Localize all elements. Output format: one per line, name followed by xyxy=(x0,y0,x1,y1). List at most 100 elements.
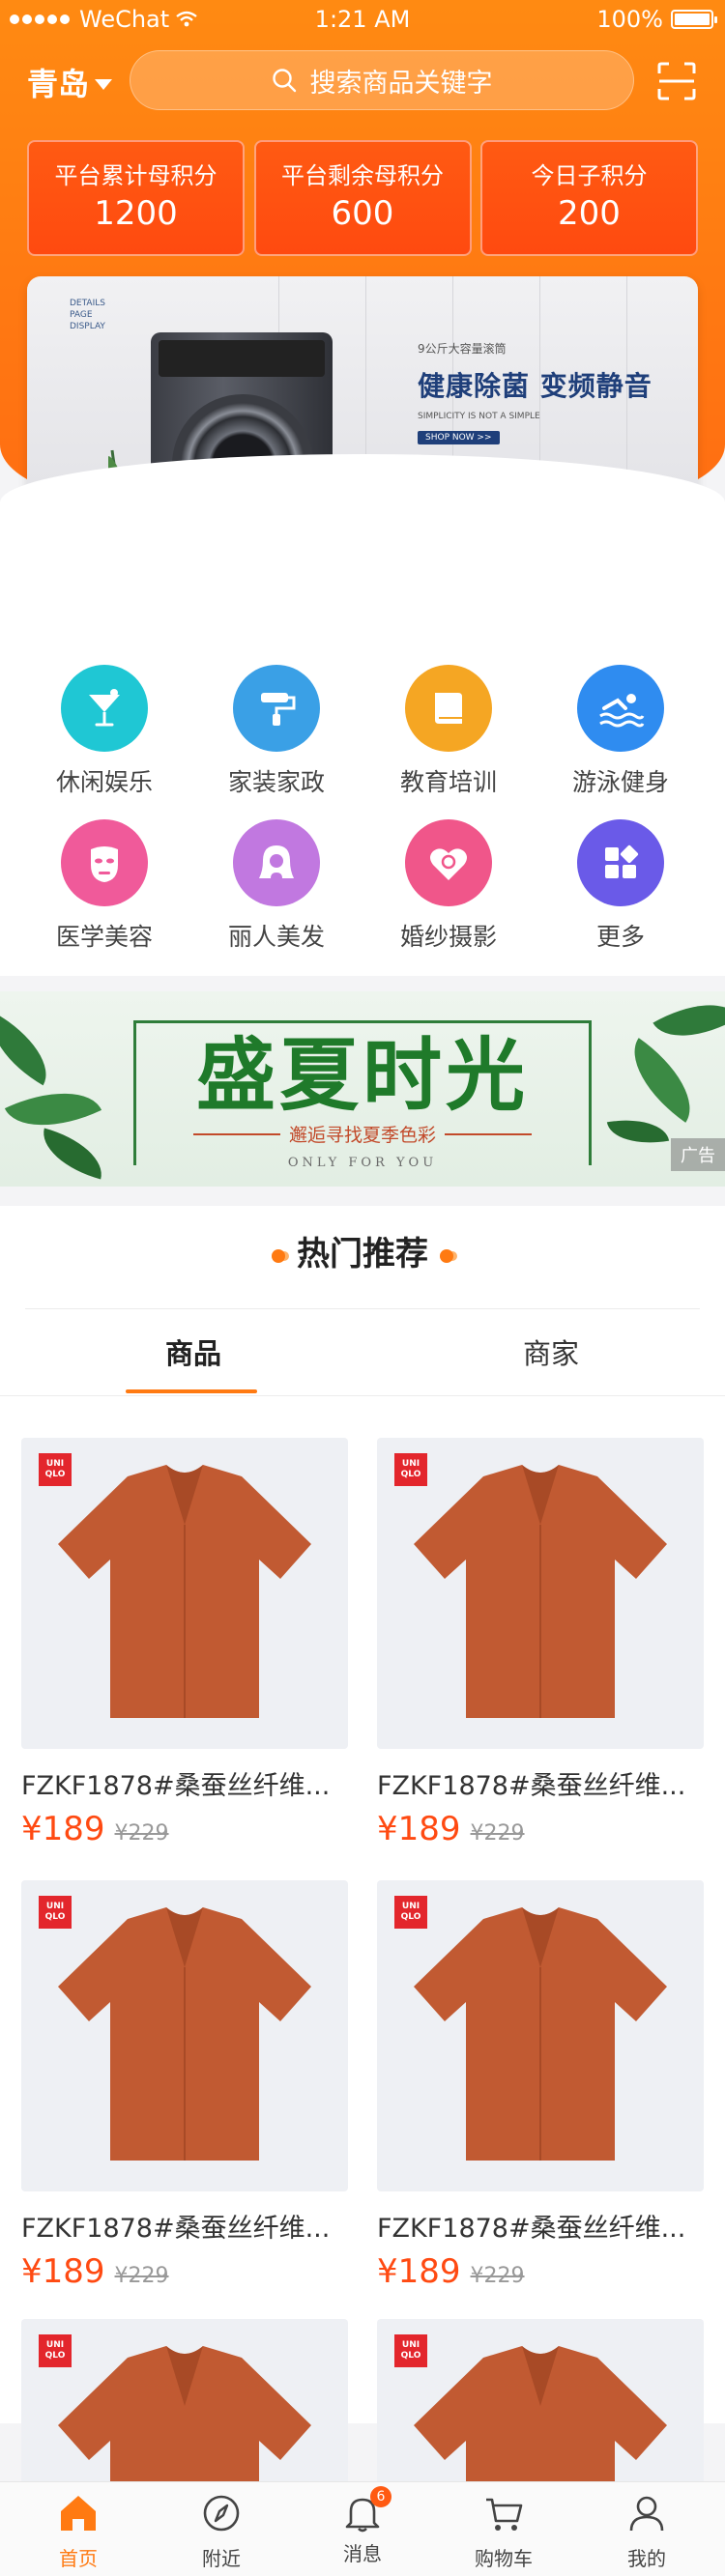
banner-small-line: 9公斤大容量滚筒 xyxy=(418,342,507,356)
category-item[interactable]: 丽人美发 xyxy=(199,819,354,953)
shirt-image xyxy=(58,1465,311,1718)
points-label: 今日子积分 xyxy=(531,162,648,189)
tabbar-label: 首页 xyxy=(59,2547,98,2570)
paint-roller-icon xyxy=(261,693,296,726)
category-label: 休闲娱乐 xyxy=(55,768,153,796)
category-item[interactable]: 游泳健身 xyxy=(543,665,698,798)
points-label: 平台剩余母积分 xyxy=(281,162,444,189)
product-card[interactable]: UNI QLO FZKF1878#桑蚕丝纤维... ¥189 ¥229 xyxy=(377,1438,704,1848)
category-icon-bg xyxy=(233,665,320,752)
tabbar-item-cart[interactable]: 购物车 xyxy=(431,2492,576,2571)
category-item[interactable]: 教育培训 xyxy=(371,665,526,798)
city-selector[interactable]: 青岛 xyxy=(27,60,113,104)
price-row: ¥189 ¥229 xyxy=(21,1810,348,1848)
category-label: 教育培训 xyxy=(399,768,497,796)
product-old-price: ¥229 xyxy=(114,1821,169,1846)
product-old-price: ¥229 xyxy=(470,1821,525,1846)
ad-badge: 广告 xyxy=(671,1138,725,1171)
tab-products[interactable]: 商品 xyxy=(97,1331,290,1372)
product-image: UNI QLO xyxy=(377,1880,704,2191)
ad-subtitle-en: ONLY FOR YOU xyxy=(287,1156,438,1170)
message-badge: 6 xyxy=(370,2486,392,2507)
hot-title-text: 热门推荐 xyxy=(297,1235,428,1274)
search-placeholder: 搜索商品关键字 xyxy=(309,68,493,99)
shirt-image xyxy=(58,1907,311,2161)
banner-corner-text: DETAILS PAGE DISPLAY xyxy=(70,298,105,332)
category-grid: 休闲娱乐 家装家政 教育培训 游泳健身 医学美容 丽人美发 婚纱摄影 更多 xyxy=(0,502,725,976)
tabbar-label: 购物车 xyxy=(475,2547,533,2570)
banner-corner-line: DISPLAY xyxy=(70,322,105,331)
category-item[interactable]: 医学美容 xyxy=(27,819,182,953)
tabbar-item-nearby[interactable]: 附近 xyxy=(149,2492,294,2571)
shop-now-button[interactable]: SHOP NOW >> xyxy=(418,431,500,444)
product-image: UNI QLO xyxy=(377,1438,704,1749)
tabbar-item-messages[interactable]: 6 消息 xyxy=(290,2486,435,2566)
book-icon xyxy=(435,693,462,724)
product-card[interactable]: UNI QLO FZKF1878#桑蚕丝纤维... ¥189 ¥229 xyxy=(377,1880,704,2291)
points-row: 平台累计母积分 1200 平台剩余母积分 600 今日子积分 200 xyxy=(27,140,698,256)
swimmer-icon xyxy=(599,694,645,728)
points-card-today[interactable]: 今日子积分 200 xyxy=(480,140,698,256)
price-row: ¥189 ¥229 xyxy=(21,2252,348,2291)
cocktail-icon xyxy=(89,689,120,727)
category-icon-bg xyxy=(405,819,492,906)
tabbar-item-me[interactable]: 我的 xyxy=(574,2492,719,2571)
hot-title: 热门推荐 xyxy=(0,1227,725,1274)
status-bar: WeChat 1:21 AM 100% xyxy=(0,0,725,39)
category-icon-bg xyxy=(233,819,320,906)
tabbar-label: 我的 xyxy=(627,2547,666,2570)
category-label: 丽人美发 xyxy=(227,923,325,951)
price-row: ¥189 ¥229 xyxy=(377,2252,704,2291)
active-tab-indicator xyxy=(126,1389,257,1393)
category-item[interactable]: 更多 xyxy=(543,819,698,953)
product-price: ¥189 xyxy=(377,2252,461,2291)
tabbar-label: 附近 xyxy=(202,2547,241,2570)
hot-section: 热门推荐 商品 商家 UNI QLO FZKF1878#桑蚕丝纤维... ¥18… xyxy=(0,1206,725,2576)
product-card[interactable]: UNI QLO FZKF1878#桑蚕丝纤维... ¥189 ¥229 xyxy=(21,1880,348,2291)
category-icon-bg xyxy=(577,665,664,752)
tabbar-item-home[interactable]: 首页 xyxy=(6,2492,151,2571)
points-card-remaining[interactable]: 平台剩余母积分 600 xyxy=(253,140,472,256)
cart-icon xyxy=(486,2498,523,2531)
product-name: FZKF1878#桑蚕丝纤维... xyxy=(377,2214,686,2244)
search-input[interactable]: 搜索商品关键字 xyxy=(130,50,634,110)
category-item[interactable]: 婚纱摄影 xyxy=(371,819,526,953)
points-card-total[interactable]: 平台累计母积分 1200 xyxy=(27,140,245,256)
banner-slogan: 健康除菌 变频静音 xyxy=(418,370,652,402)
ad-banner[interactable]: 盛夏时光 邂逅寻找夏季色彩 ONLY FOR YOU 广告 xyxy=(0,991,725,1187)
points-value: 200 xyxy=(558,194,621,233)
divider xyxy=(0,1395,725,1396)
category-item[interactable]: 休闲娱乐 xyxy=(27,665,182,798)
category-icon-bg xyxy=(577,819,664,906)
points-label: 平台累计母积分 xyxy=(54,162,218,189)
scan-icon[interactable] xyxy=(657,62,696,100)
category-icon-bg xyxy=(405,665,492,752)
tab-merchants[interactable]: 商家 xyxy=(454,1331,648,1372)
bottom-tab-bar: 首页 附近 6 消息 购物车 我的 xyxy=(0,2481,725,2576)
user-icon xyxy=(629,2496,664,2532)
heart-camera-icon xyxy=(430,848,467,880)
category-item[interactable]: 家装家政 xyxy=(199,665,354,798)
home-icon xyxy=(61,2496,96,2531)
price-row: ¥189 ¥229 xyxy=(377,1810,704,1848)
shirt-image xyxy=(414,1465,667,1718)
product-card[interactable]: UNI QLO FZKF1878#桑蚕丝纤维... ¥189 ¥229 xyxy=(21,1438,348,1848)
category-icon-bg xyxy=(61,665,148,752)
product-name: FZKF1878#桑蚕丝纤维... xyxy=(377,1771,686,1801)
product-price: ¥189 xyxy=(377,1810,461,1848)
points-value: 1200 xyxy=(94,194,178,233)
title-dot-icon xyxy=(440,1248,453,1263)
product-price: ¥189 xyxy=(21,1810,105,1848)
banner-corner-line: PAGE xyxy=(70,310,93,320)
ad-title: 盛夏时光 xyxy=(195,1029,529,1122)
product-image: UNI QLO xyxy=(21,1438,348,1749)
compass-icon xyxy=(203,2495,240,2532)
product-old-price: ¥229 xyxy=(470,2264,525,2288)
ad-subtitle: 邂逅寻找夏季色彩 xyxy=(288,1125,436,1146)
category-label: 婚纱摄影 xyxy=(399,923,497,951)
category-icon-bg xyxy=(61,819,148,906)
category-label: 医学美容 xyxy=(55,923,153,951)
title-dot-icon xyxy=(272,1248,285,1263)
category-label: 家装家政 xyxy=(227,768,325,796)
hot-tabs: 商品 商家 xyxy=(0,1331,725,1389)
